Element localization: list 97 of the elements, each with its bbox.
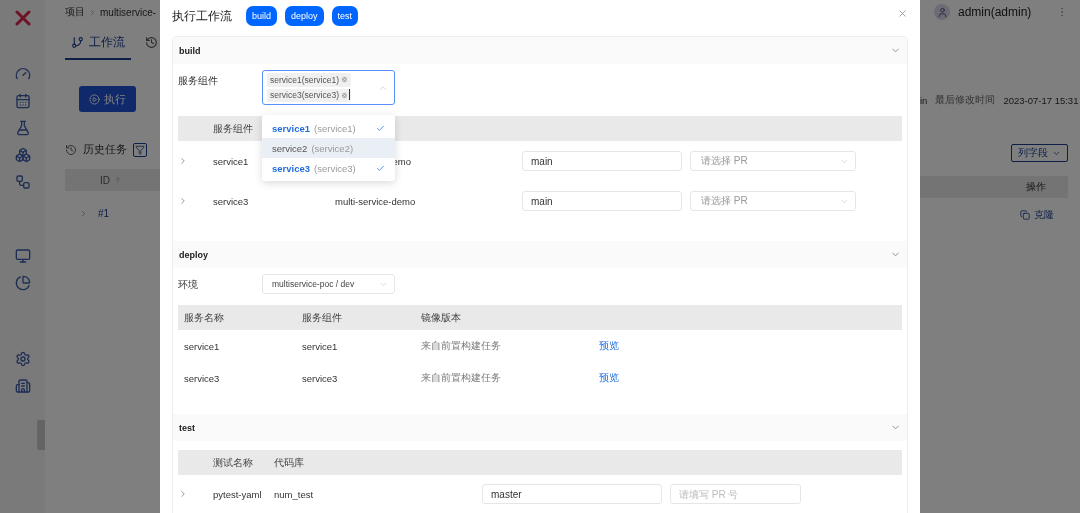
field-label: 环境	[178, 278, 199, 292]
close-icon	[897, 8, 908, 19]
column-header: 测试名称	[213, 455, 253, 470]
column-header: 服务名称	[184, 310, 224, 325]
table-cell: service3	[184, 372, 220, 384]
task-id-link[interactable]: #1	[98, 207, 110, 219]
table-cell: service3	[302, 372, 338, 384]
close-button[interactable]	[897, 8, 908, 19]
placeholder-text: 请选择 PR	[701, 194, 748, 208]
table-cell: service3	[213, 195, 249, 207]
calendar-icon[interactable]	[14, 93, 31, 109]
option-name: service3	[272, 162, 311, 174]
pr-select[interactable]: 请选择 PR	[690, 151, 856, 171]
pr-select[interactable]: 请选择 PR	[690, 191, 856, 211]
check-icon	[376, 163, 385, 173]
branch-icon	[71, 35, 84, 49]
chevron-up-icon[interactable]	[378, 83, 388, 93]
avatar[interactable]	[934, 4, 950, 20]
meta-label: 最后修改时间	[935, 94, 996, 107]
chevron-right-icon[interactable]	[178, 489, 188, 499]
breadcrumb-item[interactable]: multiservice-	[100, 6, 157, 18]
column-header: 镜像版本	[421, 310, 461, 325]
logo-icon	[14, 10, 31, 26]
option-name: service1	[272, 122, 311, 134]
clone-link[interactable]: 克隆	[1020, 208, 1054, 222]
table-cell: service1	[213, 155, 249, 167]
preview-link[interactable]: 预览	[599, 339, 619, 353]
section-jump-button[interactable]: test	[331, 6, 359, 26]
table-cell: pytest-yaml	[213, 488, 262, 500]
copy-icon	[1020, 210, 1030, 220]
branch-input[interactable]: main	[522, 151, 682, 171]
history-icon	[145, 35, 158, 49]
chevron-right-icon	[88, 7, 97, 17]
section-title: test	[179, 422, 195, 433]
remove-icon[interactable]	[340, 91, 348, 99]
placeholder-text: 请选择 PR	[701, 154, 748, 168]
user-icon	[936, 6, 948, 18]
section-title: build	[179, 45, 201, 56]
user-name[interactable]: admin(admin)	[958, 5, 1048, 19]
branch-input[interactable]: master	[482, 484, 662, 504]
check-icon	[376, 123, 385, 133]
tab[interactable]: 工作流	[65, 26, 131, 60]
table-cell: 来自前置构建任务	[421, 371, 501, 385]
selected-tag: service3(service3)	[267, 88, 351, 102]
run-button[interactable]: 执行	[79, 86, 136, 112]
column-header: 服务组件	[213, 121, 253, 136]
section-title: deploy	[179, 249, 208, 260]
dropdown-option[interactable]: service2 (service2)	[262, 138, 395, 158]
gauge-icon[interactable]	[14, 66, 31, 82]
table-cell: 来自前置构建任务	[421, 339, 501, 353]
chevron-right-icon[interactable]	[178, 156, 188, 166]
chevron-right-icon[interactable]	[178, 196, 188, 206]
remove-icon[interactable]	[340, 76, 348, 84]
collapse-handle[interactable]	[37, 420, 45, 450]
column-header: 服务组件	[302, 310, 342, 325]
table-cell: num_test	[274, 488, 314, 500]
pie-chart-icon[interactable]	[14, 275, 31, 291]
option-alias: (service3)	[314, 162, 357, 174]
preview-link[interactable]: 预览	[599, 371, 619, 385]
option-alias: (service2)	[311, 142, 355, 154]
section-jump-button[interactable]: deploy	[285, 6, 324, 26]
dropdown-option[interactable]: service1 (service1)	[262, 118, 395, 138]
section-title: 历史任务	[83, 142, 127, 157]
select-value: multiservice-poc / dev	[272, 279, 355, 289]
section-jump-button[interactable]: build	[246, 6, 277, 26]
column-header: 操作	[920, 176, 1068, 198]
drawer-title: 执行工作流	[172, 7, 232, 25]
meta-value: in	[920, 95, 928, 106]
section-header[interactable]: build	[173, 37, 907, 64]
section-header[interactable]: deploy	[173, 241, 907, 268]
column-header: 代码库	[274, 455, 304, 470]
boxes-icon[interactable]	[14, 147, 31, 163]
play-icon	[89, 93, 100, 105]
column-header[interactable]: ID	[100, 174, 110, 186]
history-icon	[65, 143, 77, 156]
building-icon[interactable]	[14, 378, 31, 394]
filter-button[interactable]	[133, 142, 147, 157]
table-cell: service1	[184, 340, 220, 352]
meta-value: 2023-07-17 15:31	[1003, 95, 1079, 106]
multi-select-field[interactable]: service1(service1) service3(service3)	[262, 70, 395, 105]
workflow-icon[interactable]	[14, 174, 31, 190]
table-cell: service1	[302, 340, 338, 352]
chevron-right-icon[interactable]	[79, 208, 88, 218]
option-alias: (service1)	[314, 122, 357, 134]
columns-button[interactable]: 列字段	[1011, 144, 1068, 162]
section-header[interactable]: test	[173, 414, 907, 441]
settings-icon[interactable]	[14, 351, 31, 367]
breadcrumb-item[interactable]: 项目	[65, 5, 85, 19]
monitor-icon[interactable]	[14, 248, 31, 264]
dropdown-option[interactable]: service3 (service3)	[262, 158, 395, 178]
option-name: service2	[272, 142, 308, 154]
flask-icon[interactable]	[14, 120, 31, 136]
branch-input[interactable]: main	[522, 191, 682, 211]
environment-select[interactable]: multiservice-poc / dev	[262, 274, 395, 294]
field-label: 服务组件	[178, 74, 219, 88]
filter-icon	[135, 144, 145, 155]
selected-tag: service1(service1)	[267, 73, 351, 87]
